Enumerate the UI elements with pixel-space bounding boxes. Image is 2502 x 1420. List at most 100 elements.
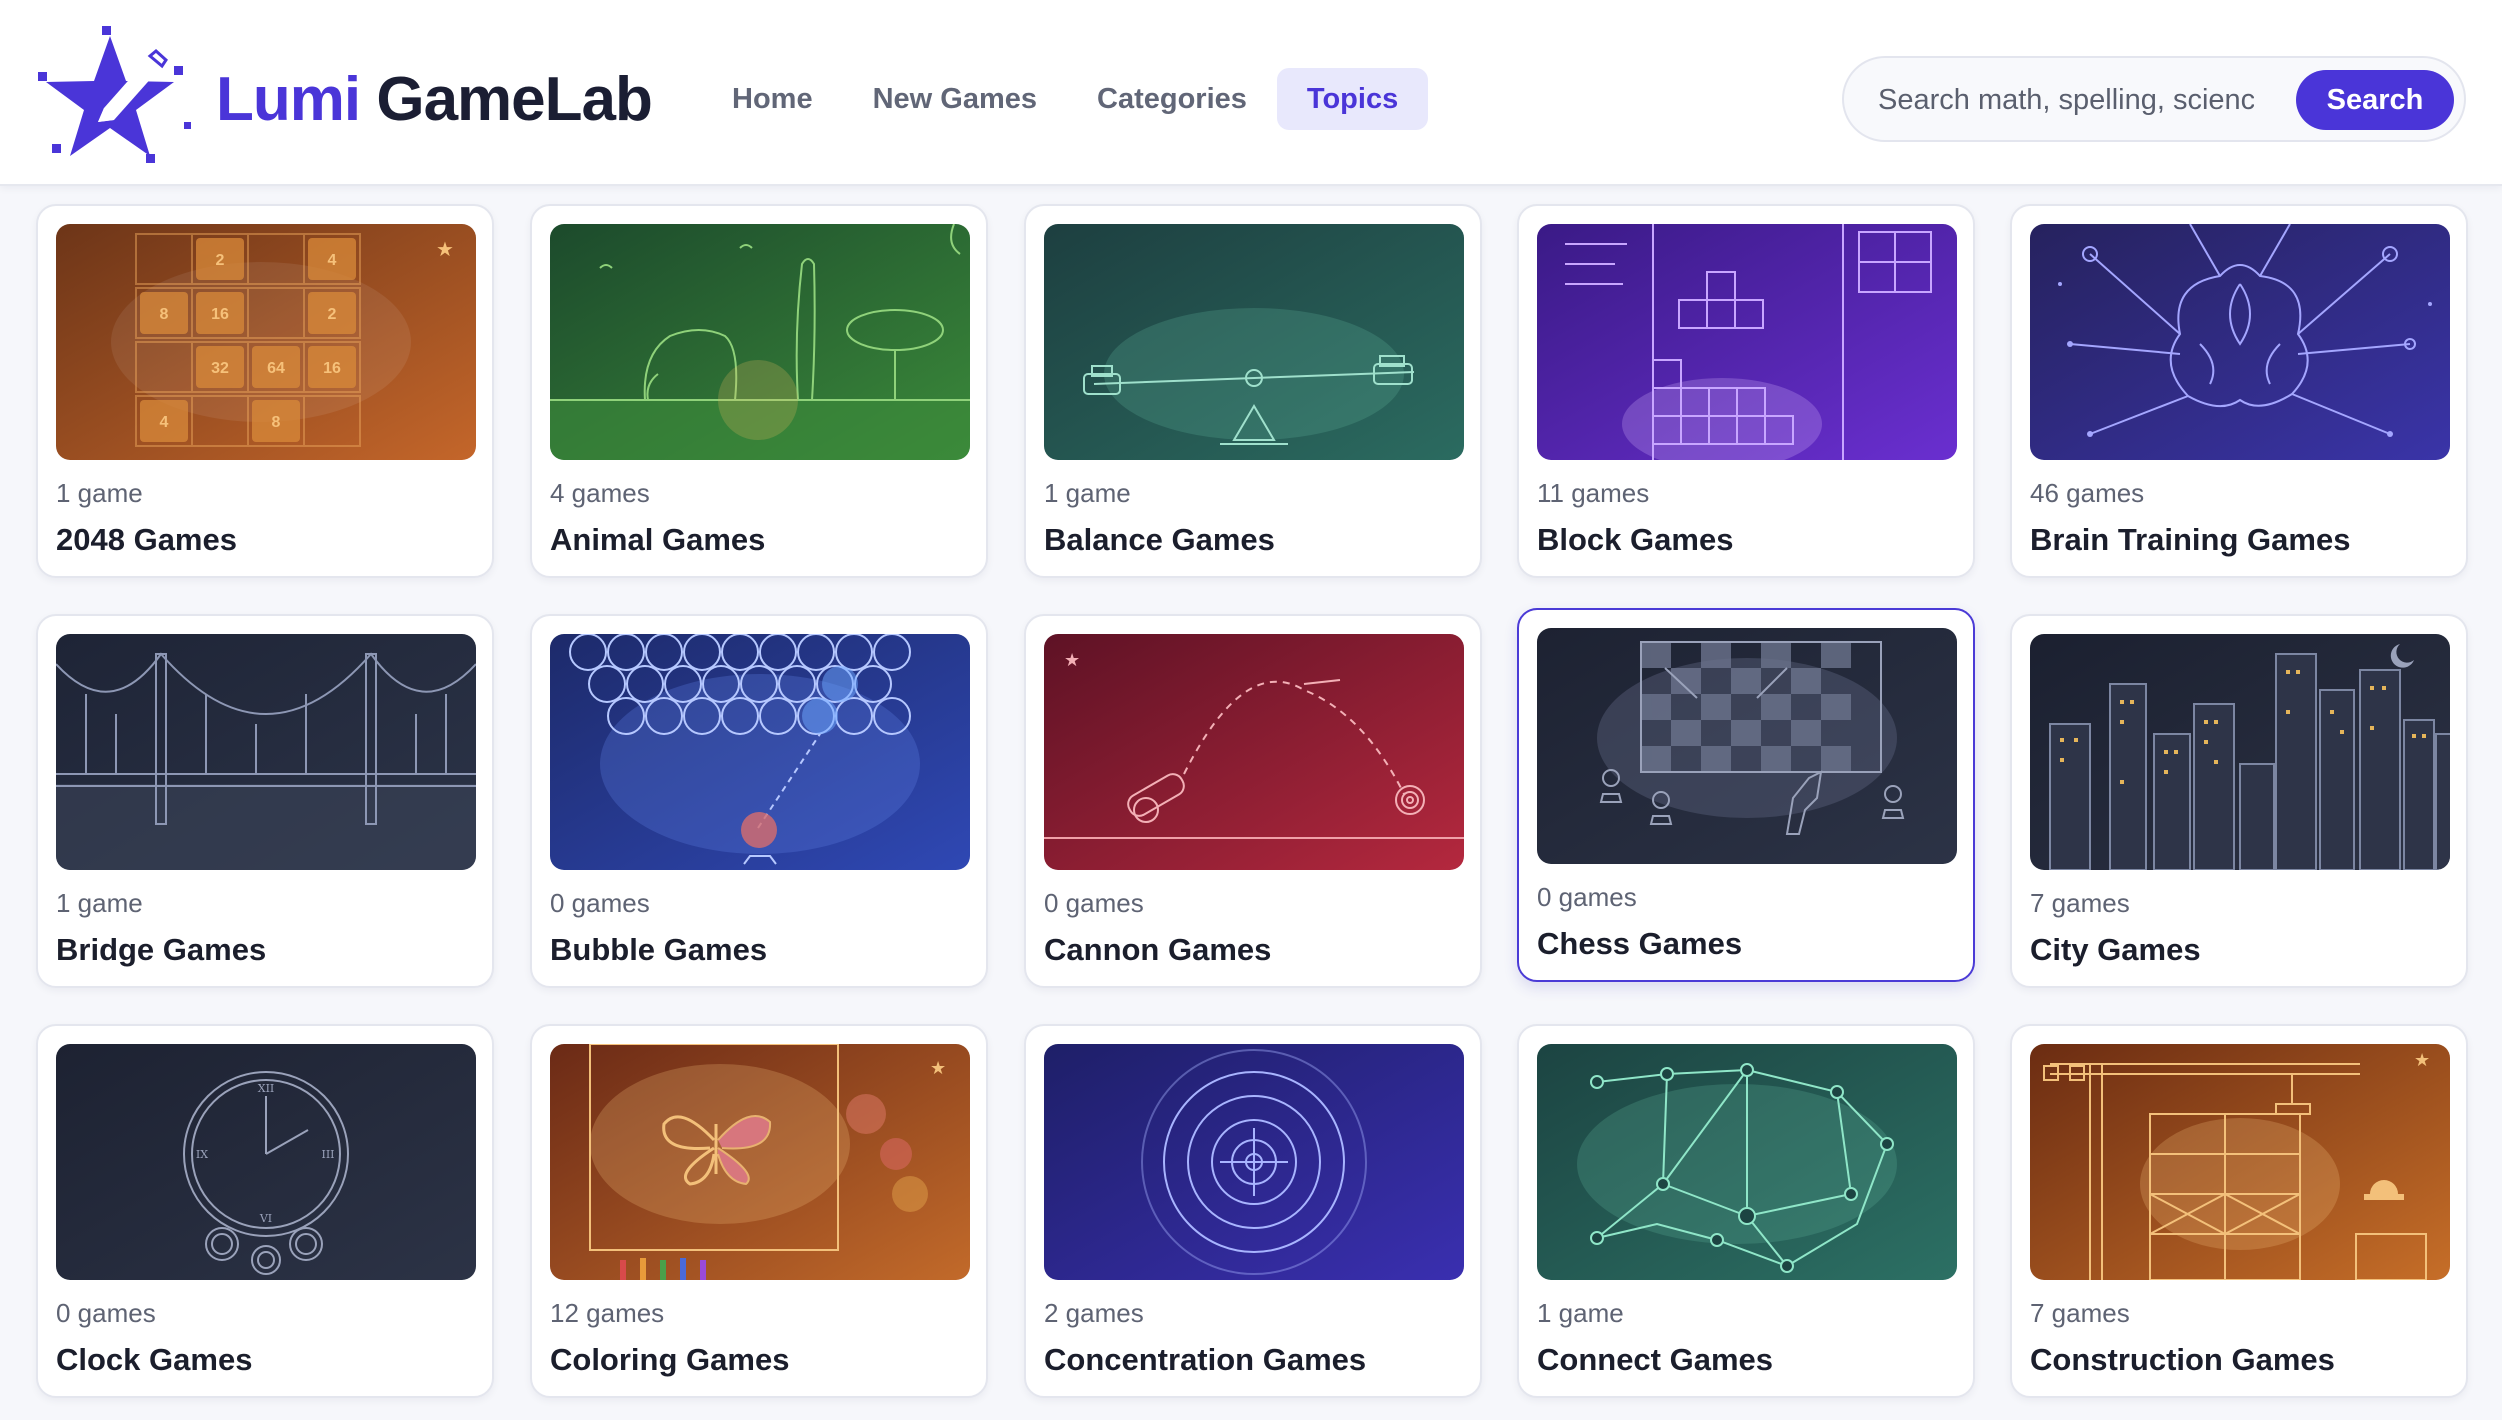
topic-thumbnail bbox=[1537, 1044, 1957, 1280]
topic-thumbnail bbox=[1537, 628, 1957, 864]
topic-card[interactable]: 1 game Balance Games bbox=[1024, 204, 1482, 578]
nav-home[interactable]: Home bbox=[702, 68, 843, 130]
svg-text:16: 16 bbox=[323, 360, 341, 377]
topic-title: Brain Training Games bbox=[2030, 522, 2351, 557]
topic-game-count: 1 game bbox=[56, 478, 143, 508]
topic-card[interactable]: 0 games Bubble Games bbox=[530, 614, 988, 988]
topic-thumbnail bbox=[1537, 224, 1957, 460]
topic-thumbnail bbox=[550, 224, 970, 460]
topic-title: Clock Games bbox=[56, 1342, 253, 1377]
svg-text:2: 2 bbox=[216, 252, 225, 269]
topic-game-count: 0 games bbox=[1044, 888, 1144, 918]
topic-title: 2048 Games bbox=[56, 522, 237, 557]
topic-title: Balance Games bbox=[1044, 522, 1275, 557]
topic-card[interactable]: 1 game Connect Games bbox=[1517, 1024, 1975, 1398]
nav-topics[interactable]: Topics bbox=[1276, 68, 1429, 130]
topic-title: Animal Games bbox=[550, 522, 766, 557]
butterfly-icon: ★ bbox=[550, 1044, 970, 1280]
nav-categories[interactable]: Categories bbox=[1067, 68, 1277, 130]
cannon-icon: ★ bbox=[1044, 634, 1464, 870]
topic-card[interactable]: 7 games City Games bbox=[2010, 614, 2468, 988]
brand-logo[interactable]: Lumi GameLab bbox=[38, 26, 658, 172]
topic-thumbnail bbox=[1044, 224, 1464, 460]
svg-text:★: ★ bbox=[1064, 650, 1080, 671]
bubbles-icon bbox=[550, 634, 970, 870]
topic-game-count: 46 games bbox=[2030, 478, 2145, 508]
topic-card[interactable]: 2 4 8 16 2 32 64 16 4 8 ★ 1 game 2048 Games bbox=[36, 204, 494, 578]
target-icon bbox=[1044, 1044, 1464, 1280]
topic-thumbnail bbox=[56, 634, 476, 870]
seesaw-icon bbox=[1044, 224, 1464, 460]
topic-title: Concentration Games bbox=[1044, 1342, 1367, 1377]
blocks-icon bbox=[1537, 224, 1957, 460]
topic-thumbnail bbox=[2030, 224, 2450, 460]
star-pencil-logo-icon bbox=[38, 26, 191, 163]
topic-title: Coloring Games bbox=[550, 1342, 790, 1377]
topic-card[interactable]: 11 games Block Games bbox=[1517, 204, 1975, 578]
topic-title: Bridge Games bbox=[56, 932, 267, 967]
topic-game-count: 12 games bbox=[550, 1298, 665, 1328]
nav-new-games[interactable]: New Games bbox=[843, 68, 1067, 130]
2048-grid-icon: 2 4 8 16 2 32 64 16 4 8 ★ bbox=[56, 224, 476, 460]
topic-card[interactable]: ★ 7 games Construction Games bbox=[2010, 1024, 2468, 1398]
svg-text:IX: IX bbox=[196, 1148, 208, 1161]
svg-text:4: 4 bbox=[160, 414, 169, 431]
svg-text:8: 8 bbox=[272, 414, 281, 431]
svg-text:★: ★ bbox=[930, 1058, 946, 1079]
topic-card[interactable]: ★ 0 games Cannon Games bbox=[1024, 614, 1482, 988]
topic-game-count: 7 games bbox=[2030, 1298, 2130, 1328]
topic-title: Chess Games bbox=[1537, 926, 1743, 961]
topic-game-count: 1 game bbox=[1044, 478, 1131, 508]
topic-thumbnail: ★ bbox=[550, 1044, 970, 1280]
crane-icon: ★ bbox=[2030, 1044, 2450, 1280]
svg-text:16: 16 bbox=[211, 306, 229, 323]
topic-game-count: 11 games bbox=[1537, 478, 1650, 508]
main-nav: Home New Games Categories Topics bbox=[702, 68, 1429, 130]
search-bar: Search bbox=[1842, 56, 2466, 142]
svg-text:4: 4 bbox=[328, 252, 337, 269]
search-input[interactable] bbox=[1878, 72, 2254, 128]
clock-icon: XII III VI IX bbox=[56, 1044, 476, 1280]
brand-name: Lumi GameLab bbox=[216, 64, 653, 135]
svg-text:8: 8 bbox=[160, 306, 169, 323]
network-icon bbox=[1537, 1044, 1957, 1280]
topic-card[interactable]: 0 games Chess Games bbox=[1517, 608, 1975, 982]
topic-game-count: 1 game bbox=[1537, 1298, 1624, 1328]
bridge-icon bbox=[56, 634, 476, 870]
site-header: Lumi GameLab Home New Games Categories T… bbox=[0, 0, 2502, 186]
topic-game-count: 0 games bbox=[1537, 882, 1637, 912]
topic-thumbnail: XII III VI IX bbox=[56, 1044, 476, 1280]
topic-card[interactable]: ★ 12 games Coloring Games bbox=[530, 1024, 988, 1398]
brand-name-part1: Lumi bbox=[216, 64, 361, 134]
topic-card[interactable]: 2 games Concentration Games bbox=[1024, 1024, 1482, 1398]
topic-card[interactable]: 4 games Animal Games bbox=[530, 204, 988, 578]
topic-thumbnail bbox=[550, 634, 970, 870]
svg-text:III: III bbox=[321, 1148, 334, 1161]
chessboard-icon bbox=[1537, 628, 1957, 864]
topic-title: Connect Games bbox=[1537, 1342, 1774, 1377]
brain-icon bbox=[2030, 224, 2450, 460]
topic-card[interactable]: XII III VI IX 0 games Clock Games bbox=[36, 1024, 494, 1398]
topic-title: Bubble Games bbox=[550, 932, 768, 967]
topic-title: Block Games bbox=[1537, 522, 1734, 557]
topic-card[interactable]: 1 game Bridge Games bbox=[36, 614, 494, 988]
svg-text:32: 32 bbox=[211, 360, 229, 377]
topic-thumbnail: ★ bbox=[2030, 1044, 2450, 1280]
topic-game-count: 4 games bbox=[550, 478, 650, 508]
topic-game-count: 2 games bbox=[1044, 1298, 1144, 1328]
topic-game-count: 0 games bbox=[550, 888, 650, 918]
search-button[interactable]: Search bbox=[2296, 70, 2454, 130]
brand-name-part2: GameLab bbox=[376, 64, 653, 134]
topic-game-count: 7 games bbox=[2030, 888, 2130, 918]
topic-game-count: 0 games bbox=[56, 1298, 156, 1328]
topic-thumbnail: ★ bbox=[1044, 634, 1464, 870]
topic-title: City Games bbox=[2030, 932, 2201, 967]
svg-text:64: 64 bbox=[267, 360, 285, 377]
topic-card[interactable]: 46 games Brain Training Games bbox=[2010, 204, 2468, 578]
city-skyline-icon bbox=[2030, 634, 2450, 870]
topic-thumbnail bbox=[1044, 1044, 1464, 1280]
svg-text:★: ★ bbox=[2414, 1050, 2430, 1071]
topic-title: Cannon Games bbox=[1044, 932, 1272, 967]
svg-text:XII: XII bbox=[258, 1082, 275, 1095]
topic-thumbnail: 2 4 8 16 2 32 64 16 4 8 ★ bbox=[56, 224, 476, 460]
